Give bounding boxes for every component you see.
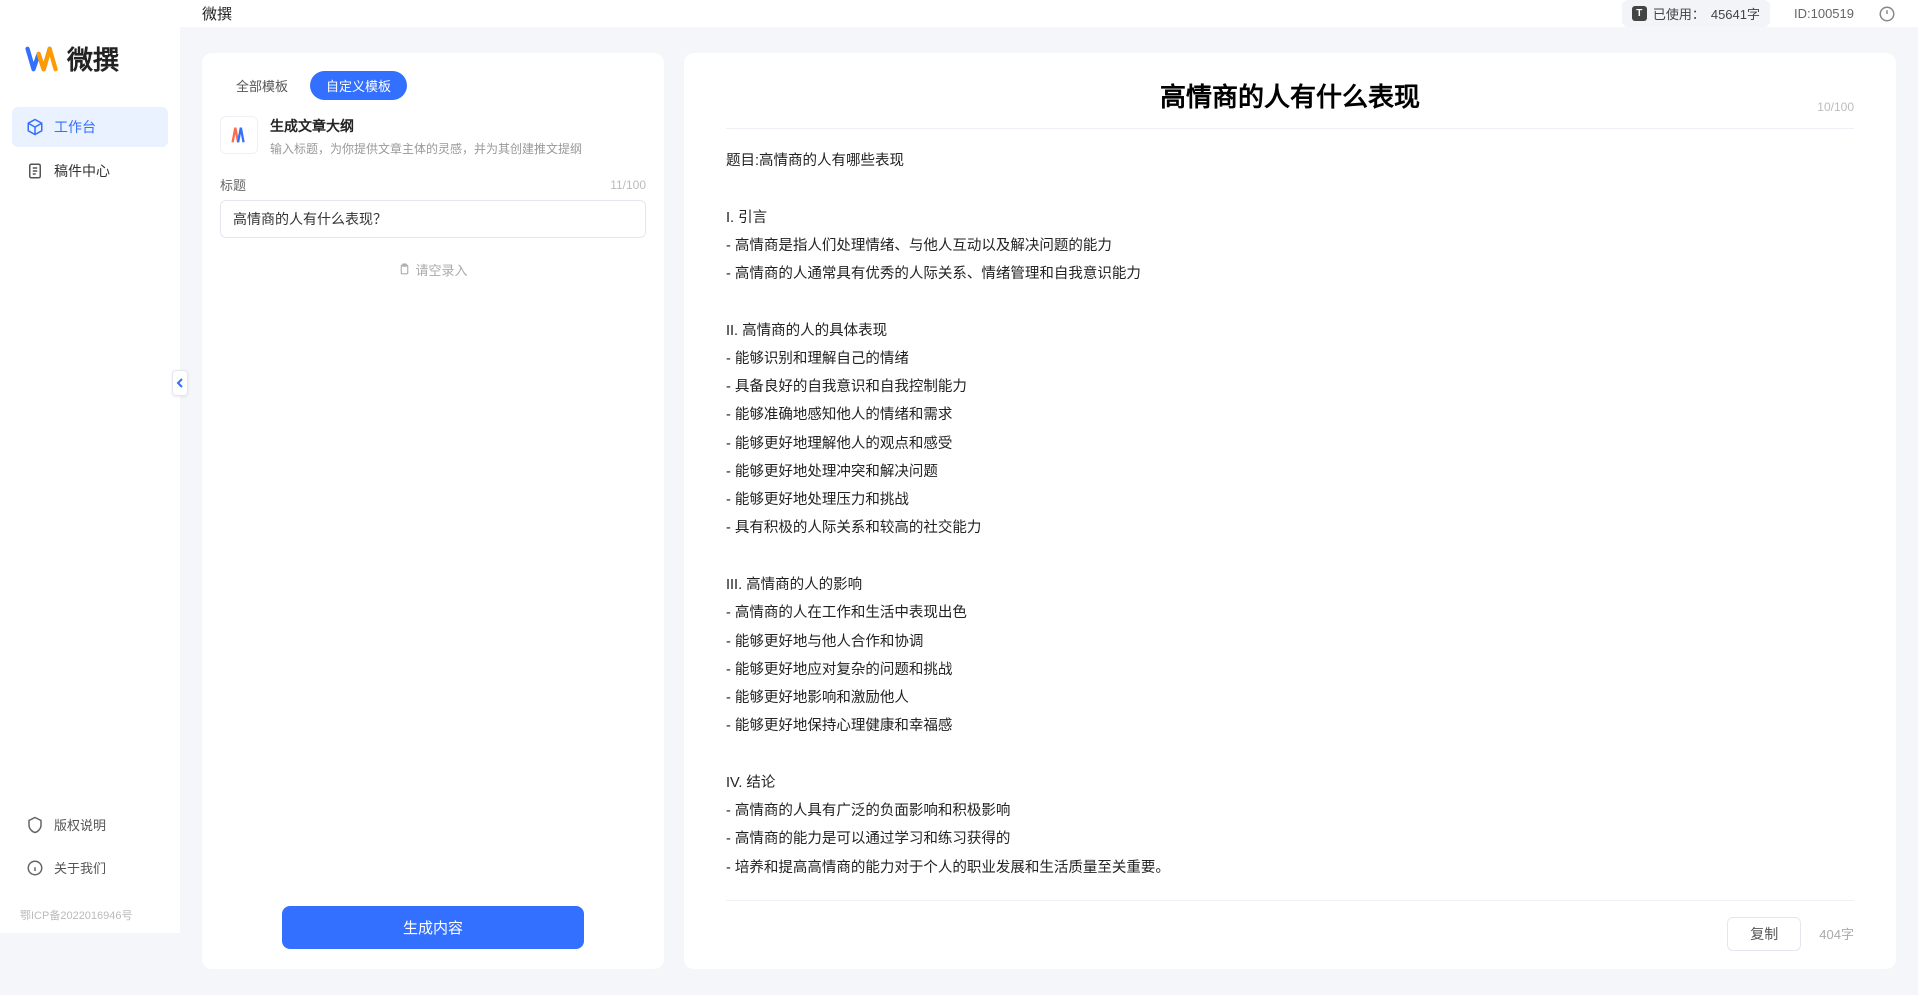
- template-tabs: 全部模板 自定义模板: [202, 71, 664, 116]
- template-desc: 输入标题，为你提供文章主体的灵感，并为其创建推文提纲: [270, 140, 582, 157]
- logo-text: 微撰: [67, 40, 119, 77]
- nav-label: 关于我们: [54, 858, 106, 877]
- clipboard-icon: [398, 263, 411, 276]
- copy-button[interactable]: 复制: [1727, 917, 1801, 951]
- shield-icon: [26, 816, 44, 834]
- tab-custom-templates[interactable]: 自定义模板: [310, 71, 407, 100]
- output-title[interactable]: 高情商的人有什么表现: [1160, 77, 1420, 114]
- output-panel: 高情商的人有什么表现 10/100 题目:高情商的人有哪些表现 I. 引言 - …: [684, 53, 1896, 969]
- title-field-label: 标题: [220, 175, 246, 194]
- main: 微撰 T 已使用： 45641字 ID:100519 全部模板 自定义模板: [180, 0, 1918, 933]
- sidebar: 微撰 工作台 稿件中心 版权说明: [0, 0, 180, 933]
- nav-item-drafts[interactable]: 稿件中心: [12, 151, 168, 191]
- title-input[interactable]: [220, 200, 646, 238]
- user-id: ID:100519: [1794, 6, 1854, 21]
- page-title: 微撰: [202, 3, 232, 24]
- usage-label: 已使用：: [1653, 4, 1705, 23]
- nav-label: 稿件中心: [54, 161, 110, 181]
- info-icon: [26, 859, 44, 877]
- cube-icon: [26, 118, 44, 136]
- output-title-counter: 10/100: [1817, 100, 1854, 114]
- nav-label: 版权说明: [54, 815, 106, 834]
- generate-button[interactable]: 生成内容: [282, 906, 584, 949]
- chevron-left-icon: [176, 378, 184, 388]
- nav-label: 工作台: [54, 117, 96, 137]
- empty-hint: 请空录入: [220, 260, 646, 279]
- template-thumb-icon: [220, 116, 258, 154]
- power-icon[interactable]: [1878, 5, 1896, 23]
- word-count: 404字: [1819, 924, 1854, 943]
- output-body[interactable]: 题目:高情商的人有哪些表现 I. 引言 - 高情商是指人们处理情绪、与他人互动以…: [726, 129, 1854, 900]
- input-panel: 全部模板 自定义模板 生成文章大纲 输入标题，为你提供文章主体的灵感，并为其创建…: [202, 53, 664, 969]
- icp-text: 鄂ICP备2022016946号: [0, 907, 180, 933]
- text-count-icon: T: [1632, 6, 1647, 21]
- usage-badge[interactable]: T 已使用： 45641字: [1622, 0, 1770, 27]
- sidebar-collapse-button[interactable]: [172, 370, 188, 396]
- nav-item-copyright[interactable]: 版权说明: [12, 805, 168, 844]
- sidebar-bottom: 版权说明 关于我们: [0, 805, 180, 907]
- topbar: 微撰 T 已使用： 45641字 ID:100519: [180, 0, 1918, 27]
- title-field-counter: 11/100: [610, 178, 646, 192]
- template-name: 生成文章大纲: [270, 116, 582, 136]
- nav-item-about[interactable]: 关于我们: [12, 848, 168, 887]
- tab-all-templates[interactable]: 全部模板: [220, 71, 304, 100]
- nav-item-workspace[interactable]: 工作台: [12, 107, 168, 147]
- usage-value: 45641字: [1711, 4, 1760, 23]
- main-nav: 工作台 稿件中心: [0, 107, 180, 805]
- logo-icon: [25, 42, 59, 76]
- template-card: 生成文章大纲 输入标题，为你提供文章主体的灵感，并为其创建推文提纲: [202, 116, 664, 175]
- logo[interactable]: 微撰: [0, 20, 180, 107]
- doc-icon: [26, 162, 44, 180]
